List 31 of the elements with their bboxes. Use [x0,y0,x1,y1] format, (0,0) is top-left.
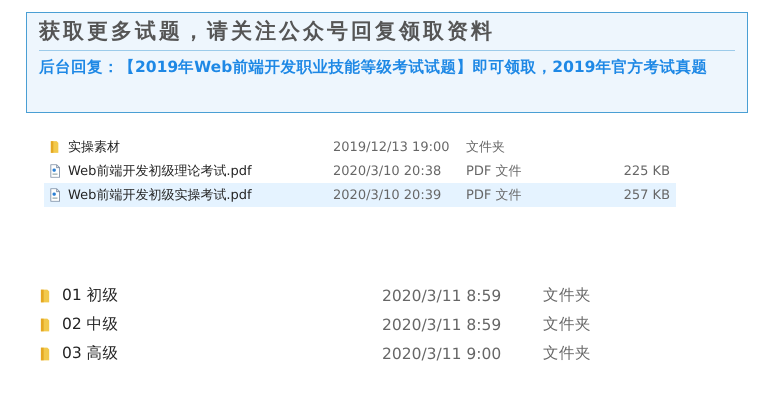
file-size: 225 KB [622,164,671,178]
folder-icon [40,346,51,362]
folder-icon [40,288,51,304]
modified-date: 2019/12/13 19:00 [333,140,451,154]
modified-date: 2020/3/10 20:39 [333,188,442,202]
file-size: 257 KB [622,188,671,202]
document-icon [50,188,60,202]
folder-icon [50,140,60,154]
file-type: 文件夹 [543,285,592,306]
file-row[interactable]: Web前端开发初级理论考试.pdf 2020/3/10 20:38 PDF 文件 225 KB [44,159,676,183]
file-name: Web前端开发初级理论考试.pdf [68,163,253,180]
folder-name[interactable]: 01 初级 [62,285,382,306]
modified-date: 2020/3/10 20:38 [333,164,442,178]
file-row[interactable]: Web前端开发初级实操考试.pdf 2020/3/10 20:39 PDF 文件 257 KB [44,183,676,207]
banner-message: 后台回复：【2019年Web前端开发职业技能等级考试试题】即可领取，2019年官方考试真题 [39,57,708,78]
document-icon [50,164,60,178]
file-type: 文件夹 [466,139,506,156]
modified-date: 2020/3/11 9:00 [382,344,502,362]
file-row[interactable]: 实操素材 2019/12/13 19:00 文件夹 [44,135,676,159]
folder-name[interactable]: 02 中级 [62,314,382,335]
modified-date: 2020/3/11 8:59 [382,316,502,334]
file-type: PDF 文件 [466,163,522,180]
file-type: 文件夹 [543,343,592,364]
modified-date: 2020/3/11 8:59 [382,286,502,304]
folder-icon [40,316,51,332]
file-type: PDF 文件 [466,187,522,204]
file-name: 实操素材 [68,139,121,156]
file-type: 文件夹 [543,314,592,335]
banner-title: 获取更多试题，请关注公众号回复领取资料 [39,17,735,51]
file-name: Web前端开发初级实操考试.pdf [68,187,253,204]
folder-name[interactable]: 03 高级 [62,343,382,364]
